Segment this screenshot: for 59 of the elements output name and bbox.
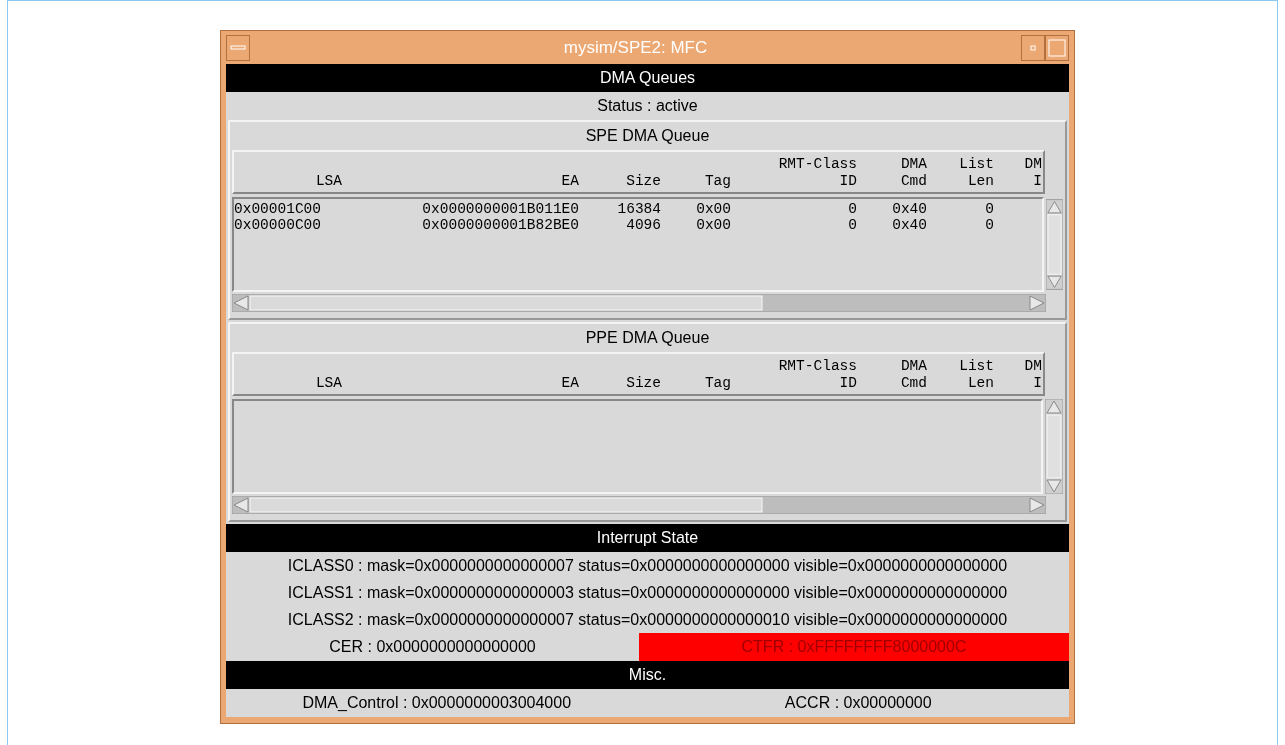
column-header[interactable]: DMA — [857, 156, 927, 173]
column-header[interactable]: EA — [354, 375, 579, 392]
horizontal-scrollbar[interactable] — [232, 496, 1046, 514]
queue-title: SPE DMA Queue — [584, 126, 711, 146]
column-header[interactable]: Len — [927, 375, 994, 392]
interrupt-line: ICLASS0 : mask=0x0000000000000007 status=0x0000000000000000 visible=0x0000000000000000 — [286, 556, 1009, 576]
window-title: mysim/SPE2: MFC — [562, 37, 709, 58]
table-cell-text: 0x00000C00 — [234, 217, 322, 233]
table-cell-text: 0x00 — [695, 201, 731, 217]
column-header[interactable]: RMT-Class — [731, 358, 857, 375]
column-header[interactable]: I — [994, 375, 1042, 392]
column-header[interactable]: DM — [994, 156, 1042, 173]
column-header[interactable]: Tag — [661, 173, 731, 190]
column-header[interactable]: Cmd — [857, 375, 927, 392]
column-header[interactable]: Len — [927, 173, 994, 190]
table-cell-text: 4096 — [625, 217, 661, 233]
section-header: Interrupt State — [226, 524, 1069, 552]
section-header: Misc. — [226, 661, 1069, 689]
column-header[interactable]: Tag — [661, 375, 731, 392]
column-header[interactable]: List — [927, 156, 994, 173]
interrupt-line: ICLASS1 : mask=0x0000000000000003 status=0x0000000000000000 visible=0x0000000000000000 — [286, 583, 1009, 603]
register-value: DMA_Control : 0x0000000003004000 — [301, 693, 573, 713]
column-header[interactable]: Size — [579, 173, 661, 190]
column-header[interactable]: ID — [731, 375, 857, 392]
table-cell-text: 0x0000000001B011E0 — [421, 201, 579, 217]
table-cell-text: 0x00 — [695, 217, 731, 233]
column-header[interactable]: ID — [731, 173, 857, 190]
interrupt-line: ICLASS2 : mask=0x0000000000000007 status=0x0000000000000010 visible=0x0000000000000000 — [286, 610, 1009, 630]
table-cell-text: 0 — [984, 217, 994, 233]
table-cell-text: 0x40 — [891, 217, 927, 233]
table-cell-text: 0 — [847, 217, 857, 233]
horizontal-scrollbar[interactable] — [232, 294, 1046, 312]
table-cell-text: 0 — [984, 201, 994, 217]
minimize-button[interactable] — [1021, 34, 1045, 61]
column-header[interactable]: LSA — [234, 375, 342, 392]
table-cell-text: 16384 — [616, 201, 661, 217]
status-label: Status : active — [596, 96, 699, 116]
table-cell-text: 0x40 — [891, 201, 927, 217]
column-header[interactable]: DM — [994, 358, 1042, 375]
table-cell-text: 0x0000000001B82BE0 — [421, 217, 579, 233]
column-header[interactable]: LSA — [234, 173, 342, 190]
column-header[interactable]: Cmd — [857, 173, 927, 190]
section-header: DMA Queues — [226, 64, 1069, 92]
register-value: CTFR : 0xFFFFFFFF8000000C — [639, 633, 1069, 661]
queue-title: PPE DMA Queue — [584, 328, 711, 348]
table-cell-text: 0x00001C00 — [234, 201, 322, 217]
register-value: ACCR : 0x00000000 — [783, 693, 933, 713]
window-menu-button[interactable] — [226, 34, 250, 61]
table-cell-text: 0 — [847, 201, 857, 217]
column-header[interactable]: List — [927, 358, 994, 375]
vertical-scrollbar[interactable] — [1046, 197, 1063, 292]
column-header[interactable]: RMT-Class — [731, 156, 857, 173]
column-header[interactable]: I — [994, 173, 1042, 190]
column-header[interactable]: EA — [354, 173, 579, 190]
column-header[interactable]: DMA — [857, 358, 927, 375]
vertical-scrollbar[interactable] — [1045, 399, 1063, 494]
maximize-button[interactable] — [1045, 34, 1069, 61]
column-header[interactable]: Size — [579, 375, 661, 392]
register-value: CER : 0x0000000000000000 — [328, 637, 537, 657]
